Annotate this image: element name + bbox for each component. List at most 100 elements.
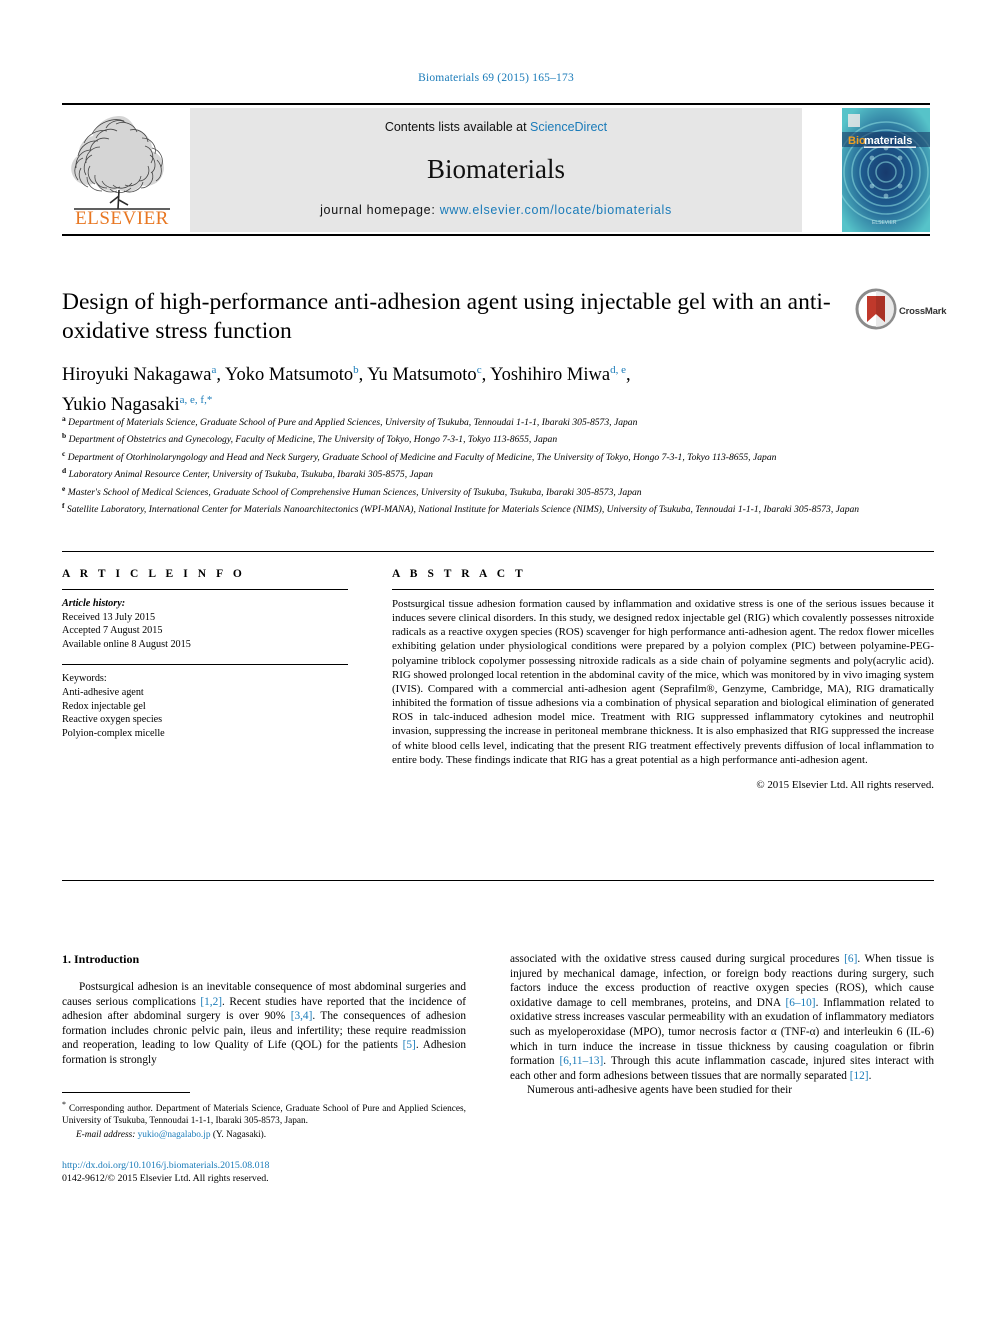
- keywords-divider: [62, 664, 348, 666]
- abstract-heading: A B S T R A C T: [392, 568, 527, 580]
- crossmark-label: CrossMark: [899, 306, 947, 317]
- intro-paragraph-right-2: Numerous anti-adhesive agents have been …: [527, 1084, 793, 1097]
- affiliation-text: Department of Materials Science, Graduat…: [68, 417, 638, 429]
- abstract-copyright: © 2015 Elsevier Ltd. All rights reserved…: [756, 778, 934, 791]
- author-entry: Yoko Matsumotob,: [224, 364, 368, 386]
- author-sep: ,: [216, 365, 225, 386]
- article-info-heading: A R T I C L E I N F O: [62, 568, 246, 580]
- affiliation-item: e Master's School of Medical Sciences, G…: [62, 482, 934, 499]
- paper-title: Design of high-performance anti-adhesion…: [62, 289, 831, 344]
- crossmark-icon: [855, 288, 897, 330]
- affiliation-label: d: [62, 466, 67, 476]
- keywords-label: Keywords:: [62, 673, 107, 685]
- corresponding-author-marker[interactable]: *: [207, 394, 213, 406]
- svg-text:ELSEVIER: ELSEVIER: [872, 220, 897, 226]
- citation-link[interactable]: [3,4]: [291, 1010, 313, 1022]
- intro-text-seg: .: [868, 1069, 872, 1082]
- body-column-right: associated with the oxidative stress cau…: [510, 952, 934, 1098]
- author-entry: Hiroyuki Nakagawaa,: [62, 364, 225, 386]
- email-owner: (Y. Nagasaki).: [210, 1130, 267, 1141]
- affiliation-label: e: [62, 483, 66, 493]
- contents-list-line: Contents lists available at ScienceDirec…: [190, 120, 802, 134]
- intro-paragraph-left: Postsurgical adhesion is an inevitable c…: [62, 980, 466, 1068]
- author-name: Yoshihiro Miwa: [490, 365, 611, 386]
- masthead-center-band: Contents lists available at ScienceDirec…: [190, 108, 802, 232]
- author-sep: ,: [481, 365, 491, 386]
- citation-link[interactable]: [6–10]: [785, 997, 815, 1009]
- keyword-item: Anti-adhesive agent: [62, 686, 144, 698]
- author-list: Hiroyuki Nakagawaa, Yoko Matsumotob, Yu …: [62, 358, 862, 418]
- elsevier-logo: ELSEVIER: [62, 108, 182, 232]
- homepage-url-link[interactable]: www.elsevier.com/locate/biomaterials: [440, 203, 672, 217]
- crossmark-badge[interactable]: CrossMark: [855, 288, 947, 340]
- footnote-text: Corresponding author. Department of Mate…: [62, 1103, 466, 1127]
- keywords-block: Keywords: Anti-adhesive agent Redox inje…: [62, 672, 348, 740]
- affiliation-label: c: [62, 448, 66, 458]
- affiliation-text: Laboratory Animal Resource Center, Unive…: [68, 469, 433, 481]
- affiliation-text: Department of Obstetrics and Gynecology,…: [68, 434, 558, 446]
- abstract-text: Postsurgical tissue adhesion formation c…: [392, 598, 934, 766]
- cover-artwork-icon: Bio materials ELSEVIER: [842, 108, 930, 232]
- affiliation-item: b Department of Obstetrics and Gynecolog…: [62, 429, 934, 446]
- elsevier-tree-icon: [71, 116, 170, 210]
- doi-link[interactable]: http://dx.doi.org/10.1016/j.biomaterials…: [62, 1159, 466, 1172]
- affiliation-item: d Laboratory Animal Resource Center, Uni…: [62, 464, 934, 481]
- affiliation-text: Satellite Laboratory, International Cent…: [66, 504, 860, 516]
- body-column-left: 1. Introduction Postsurgical adhesion is…: [62, 952, 466, 1185]
- available-online-date: Available online 8 August 2015: [62, 638, 191, 650]
- affiliation-label: b: [62, 431, 67, 441]
- affiliation-item: f Satellite Laboratory, International Ce…: [62, 499, 934, 516]
- elsevier-wordmark: ELSEVIER: [75, 208, 169, 229]
- section-heading-introduction: 1. Introduction: [62, 952, 140, 966]
- author-name: Yu Matsumoto: [367, 365, 477, 386]
- doi-footer-block: http://dx.doi.org/10.1016/j.biomaterials…: [62, 1159, 466, 1185]
- citation-link[interactable]: [1,2]: [200, 996, 222, 1008]
- keyword-item: Reactive oxygen species: [62, 714, 163, 726]
- author-affil-sup[interactable]: a, e, f,: [180, 394, 207, 406]
- author-sep: ,: [358, 365, 368, 386]
- article-info-column: A R T I C L E I N F O Article history: R…: [62, 568, 348, 740]
- footnote-rule: [62, 1091, 190, 1093]
- intro-paragraph-right: associated with the oxidative stress cau…: [510, 952, 934, 1083]
- svg-text:materials: materials: [864, 135, 912, 147]
- journal-title: Biomaterials: [427, 154, 565, 184]
- author-entry: Yu Matsumotoc,: [367, 364, 491, 386]
- keyword-item: Redox injectable gel: [62, 700, 146, 712]
- author-name: Yoko Matsumoto: [224, 365, 354, 386]
- affiliation-list: a Department of Materials Science, Gradu…: [62, 412, 934, 517]
- info-band-top-rule: [62, 551, 934, 552]
- author-affil-sup[interactable]: d, e: [610, 364, 626, 376]
- affiliation-label: a: [62, 414, 66, 423]
- affiliation-item: c Department of Otorhinolaryngology and …: [62, 447, 934, 464]
- citation-link[interactable]: [6,11–13]: [559, 1055, 603, 1067]
- email-line: E-mail address: yukio@nagalabo.jp (Y. Na…: [62, 1129, 466, 1141]
- abstract-column: A B S T R A C T Postsurgical tissue adhe…: [392, 568, 934, 791]
- journal-cover-thumbnail: Bio materials ELSEVIER: [842, 108, 930, 232]
- corresponding-author-footnote: * Corresponding author. Department of Ma…: [62, 1099, 466, 1142]
- accepted-date: Accepted 7 August 2015: [62, 625, 163, 637]
- abstract-divider: [392, 589, 934, 590]
- affiliation-text: Department of Otorhinolaryngology and He…: [67, 452, 777, 464]
- homepage-prefix: journal homepage:: [320, 203, 440, 217]
- intro-text-seg: associated with the oxidative stress cau…: [510, 953, 845, 965]
- received-date: Received 13 July 2015: [62, 611, 156, 623]
- issn-copyright-line: 0142-9612/© 2015 Elsevier Ltd. All right…: [62, 1172, 269, 1184]
- citation-link[interactable]: [12]: [850, 1070, 869, 1082]
- article-history-block: Article history: Received 13 July 2015 A…: [62, 597, 348, 651]
- citation-link[interactable]: [5]: [403, 1039, 416, 1051]
- affiliation-text: Master's School of Medical Sciences, Gra…: [67, 487, 642, 499]
- affiliation-item: a Department of Materials Science, Gradu…: [62, 412, 934, 429]
- citation-link[interactable]: [6]: [844, 953, 857, 965]
- info-band-bottom-rule: [62, 880, 934, 881]
- keyword-item: Polyion-complex micelle: [62, 727, 165, 739]
- journal-homepage-line: journal homepage: www.elsevier.com/locat…: [190, 203, 802, 217]
- email-link[interactable]: yukio@nagalabo.jp: [138, 1130, 211, 1140]
- author-entry: Yoshihiro Miwad, e,: [490, 364, 630, 386]
- article-history-label: Article history:: [62, 598, 126, 609]
- journal-masthead: ELSEVIER Contents lists available at Sci…: [62, 103, 930, 236]
- contents-prefix: Contents lists available at: [384, 120, 531, 134]
- paper-page: Biomaterials 69 (2015) 165–173 ELSEVIER …: [0, 0, 992, 1323]
- affiliation-label: f: [62, 501, 65, 511]
- running-head: Biomaterials 69 (2015) 165–173: [418, 72, 574, 84]
- sciencedirect-link[interactable]: ScienceDirect: [530, 120, 607, 134]
